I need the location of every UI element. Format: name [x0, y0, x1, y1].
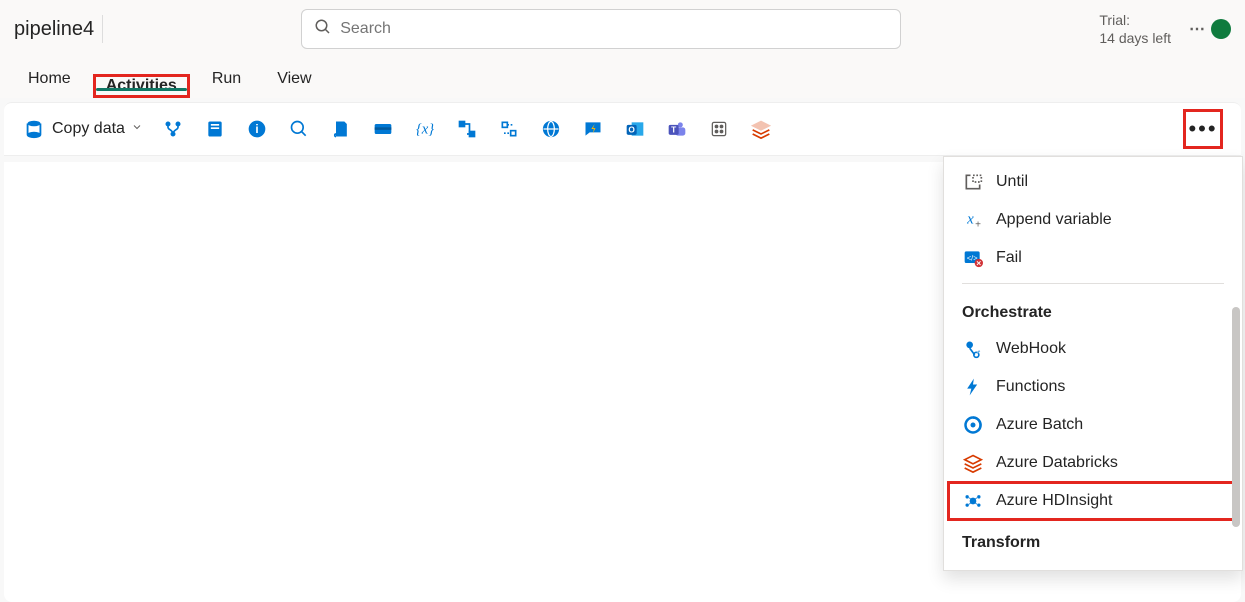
activities-dropdown-panel: Until x+ Append variable </>✕ Fail Orche…: [943, 156, 1243, 571]
outlook-icon[interactable]: O: [623, 117, 647, 141]
toolbar: Copy data i {x} O T: [4, 102, 1241, 156]
info-icon[interactable]: i: [245, 117, 269, 141]
append-variable-icon: x+: [962, 209, 984, 231]
chevron-down-icon: [131, 120, 143, 138]
panel-item-until[interactable]: Until: [944, 163, 1242, 201]
azure-batch-icon: [962, 414, 984, 436]
panel-item-webhook[interactable]: WebHook: [944, 330, 1242, 368]
until-icon: [962, 171, 984, 193]
panel-item-label: WebHook: [996, 340, 1066, 358]
tab-view[interactable]: View: [273, 62, 315, 98]
tab-activities[interactable]: Activities: [93, 74, 190, 98]
more-activities-button[interactable]: •••: [1183, 109, 1223, 149]
azure-databricks-icon: [962, 452, 984, 474]
panel-item-label: Append variable: [996, 211, 1112, 229]
svg-text:✕: ✕: [976, 261, 982, 268]
variable-icon[interactable]: {x}: [413, 117, 437, 141]
panel-item-fail[interactable]: </>✕ Fail: [944, 239, 1242, 277]
avatar[interactable]: [1211, 19, 1231, 39]
tab-run[interactable]: Run: [208, 62, 245, 98]
panel-item-label: Functions: [996, 378, 1065, 396]
copy-data-label: Copy data: [52, 120, 125, 138]
fail-icon: </>✕: [962, 247, 984, 269]
panel-item-azure-hdinsight[interactable]: Azure HDInsight: [948, 482, 1238, 520]
search-box[interactable]: [301, 9, 901, 49]
script-icon[interactable]: [329, 117, 353, 141]
tabs-bar: Home Activities Run View: [0, 58, 1245, 98]
svg-text:T: T: [671, 124, 676, 134]
pipeline-icon[interactable]: [455, 117, 479, 141]
search-wrap: [103, 9, 1099, 49]
svg-text:+: +: [975, 220, 981, 231]
panel-item-append-variable[interactable]: x+ Append variable: [944, 201, 1242, 239]
svg-text:i: i: [255, 123, 258, 136]
panel-item-azure-databricks[interactable]: Azure Databricks: [944, 444, 1242, 482]
panel-item-label: Fail: [996, 249, 1022, 267]
copy-data-icon: [22, 117, 46, 141]
panel-item-label: Azure Batch: [996, 416, 1083, 434]
notebook-icon[interactable]: [203, 117, 227, 141]
branch-icon[interactable]: [161, 117, 185, 141]
azure-hdinsight-icon: [962, 490, 984, 512]
panel-item-label: Azure HDInsight: [996, 492, 1113, 510]
semantic-model-icon[interactable]: [707, 117, 731, 141]
copy-data-button[interactable]: Copy data: [22, 117, 143, 141]
panel-section-orchestrate: Orchestrate: [944, 290, 1242, 330]
lookup-icon[interactable]: [287, 117, 311, 141]
comment-flash-icon[interactable]: [581, 117, 605, 141]
panel-divider: [962, 283, 1224, 284]
tab-home[interactable]: Home: [24, 62, 75, 98]
header-more-icon[interactable]: ⋯: [1185, 19, 1211, 39]
webhook-icon: [962, 338, 984, 360]
trial-status: Trial:14 days left: [1099, 11, 1171, 47]
stack-icon[interactable]: [749, 117, 773, 141]
switch-icon[interactable]: [497, 117, 521, 141]
svg-text:O: O: [628, 124, 635, 134]
header-bar: pipeline4 Trial:14 days left ⋯: [0, 0, 1245, 58]
svg-text:x: x: [966, 211, 974, 227]
panel-item-functions[interactable]: Functions: [944, 368, 1242, 406]
functions-icon: [962, 376, 984, 398]
svg-text:{x}: {x}: [416, 122, 434, 138]
ellipsis-icon: •••: [1188, 118, 1217, 140]
web-icon[interactable]: [539, 117, 563, 141]
panel-item-label: Azure Databricks: [996, 454, 1118, 472]
teams-icon[interactable]: T: [665, 117, 689, 141]
search-icon: [314, 18, 332, 41]
panel-section-transform: Transform: [944, 520, 1242, 560]
panel-item-label: Until: [996, 173, 1028, 191]
search-input[interactable]: [340, 20, 888, 38]
card-icon[interactable]: [371, 117, 395, 141]
panel-item-azure-batch[interactable]: Azure Batch: [944, 406, 1242, 444]
pipeline-name[interactable]: pipeline4: [14, 15, 103, 43]
